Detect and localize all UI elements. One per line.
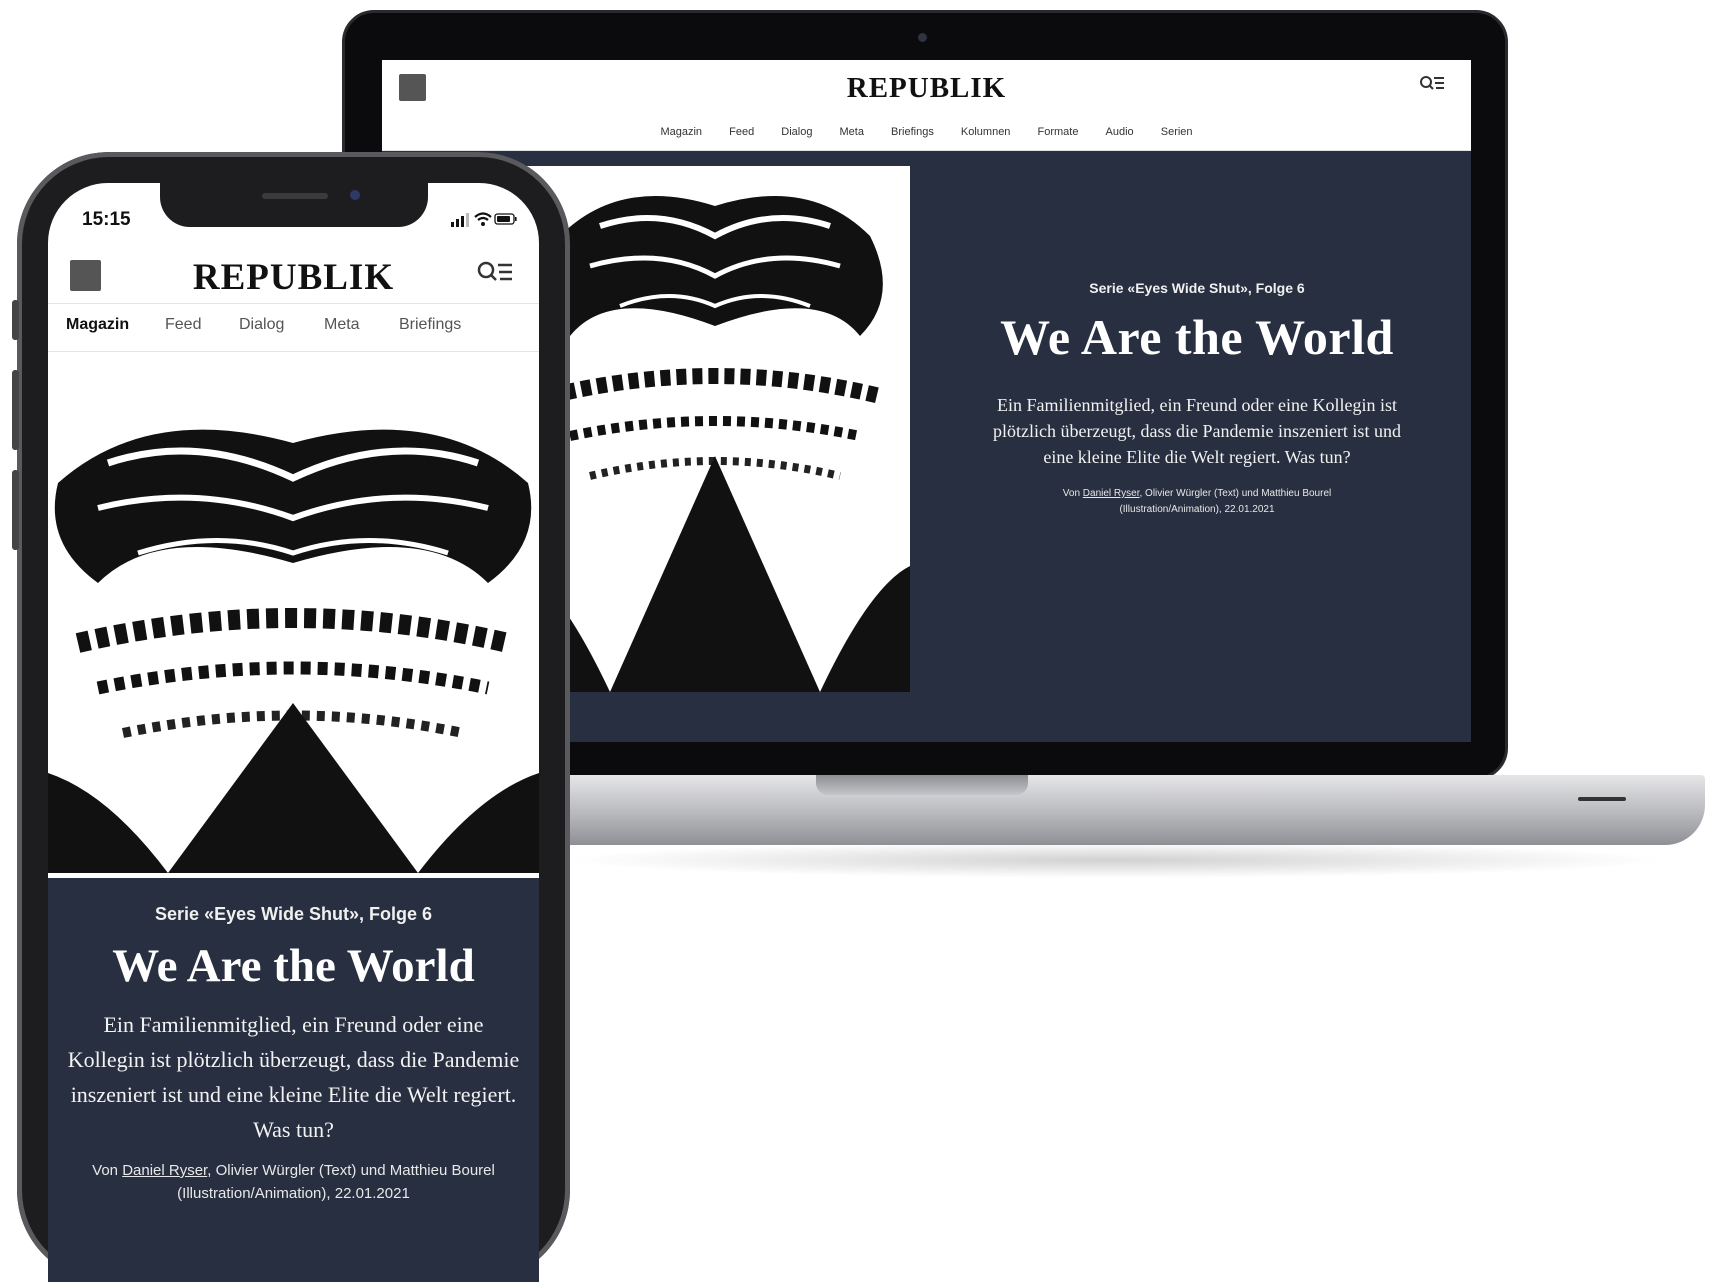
article-lead: Ein Familienmitglied, ein Freund oder ei…: [993, 395, 1401, 467]
nav-item-magazin[interactable]: Magazin: [660, 126, 702, 138]
phone-article-teaser[interactable]: Serie «Eyes Wide Shut», Folge 6 We Are t…: [48, 878, 539, 1282]
article-lead: Ein Familienmitglied, ein Freund oder ei…: [67, 1012, 520, 1142]
hero-illustration[interactable]: [48, 393, 539, 873]
phone-notch: [160, 183, 428, 227]
byline-prefix: Von: [1062, 488, 1083, 499]
author-link[interactable]: Daniel Ryser: [1083, 488, 1140, 499]
nav-item-feed[interactable]: Feed: [165, 316, 201, 334]
nav-item-serien[interactable]: Serien: [1161, 126, 1193, 138]
search-menu-icon[interactable]: [1419, 74, 1445, 96]
nav-item-audio[interactable]: Audio: [1106, 126, 1134, 138]
site-logo[interactable]: REPUBLIK: [48, 256, 539, 299]
status-time: 15:15: [82, 209, 131, 230]
nav-item-briefings[interactable]: Briefings: [891, 126, 934, 138]
series-label[interactable]: Serie «Eyes Wide Shut», Folge 6: [48, 904, 539, 925]
laptop-nav: Magazin Feed Dialog Meta Briefings Kolum…: [382, 126, 1471, 138]
laptop-site-header: REPUBLIK Magazin Feed Dialog Meta Briefi…: [382, 60, 1471, 151]
site-logo[interactable]: REPUBLIK: [382, 72, 1471, 105]
series-label[interactable]: Serie «Eyes Wide Shut», Folge 6: [942, 280, 1452, 296]
nav-item-dialog[interactable]: Dialog: [239, 316, 284, 334]
search-menu-icon[interactable]: [477, 260, 513, 288]
nav-item-meta[interactable]: Meta: [324, 316, 360, 334]
nav-item-dialog[interactable]: Dialog: [781, 126, 812, 138]
battery-icon: [494, 213, 517, 225]
phone-front-camera: [350, 190, 360, 200]
nav-item-briefings[interactable]: Briefings: [399, 316, 461, 334]
phone-speaker: [262, 193, 328, 199]
author-link[interactable]: Daniel Ryser: [122, 1162, 207, 1179]
byline-rest: , Olivier Würgler (Text) und Matthieu Bo…: [177, 1162, 495, 1202]
phone-volume-up: [12, 370, 19, 450]
phone-mute-switch: [12, 300, 19, 340]
nav-item-feed[interactable]: Feed: [729, 126, 754, 138]
nav-item-formate[interactable]: Formate: [1038, 126, 1079, 138]
phone-nav: Magazin Feed Dialog Meta Briefings: [48, 303, 539, 352]
cellular-signal-icon: [451, 213, 469, 227]
nav-item-meta[interactable]: Meta: [840, 126, 864, 138]
laptop-camera: [918, 33, 927, 42]
byline-prefix: Von: [92, 1162, 123, 1179]
article-title[interactable]: We Are the World: [942, 308, 1452, 366]
byline-rest: , Olivier Würgler (Text) und Matthieu Bo…: [1119, 488, 1332, 515]
laptop-shadow: [560, 842, 1670, 878]
hero-illustration[interactable]: [520, 166, 910, 692]
laptop-article-teaser[interactable]: Serie «Eyes Wide Shut», Folge 6 We Are t…: [942, 280, 1452, 518]
phone-site-header: REPUBLIK: [48, 238, 539, 304]
nav-item-magazin[interactable]: Magazin: [66, 316, 129, 334]
laptop-indicator: [1578, 797, 1626, 801]
article-byline: Von Daniel Ryser, Olivier Würgler (Text)…: [1017, 486, 1377, 518]
article-title[interactable]: We Are the World: [48, 939, 539, 993]
nav-item-kolumnen[interactable]: Kolumnen: [961, 126, 1011, 138]
wifi-icon: [474, 212, 492, 226]
article-byline: Von Daniel Ryser, Olivier Würgler (Text)…: [74, 1159, 514, 1205]
laptop-lid-notch: [816, 775, 1028, 795]
status-icons: [451, 212, 517, 227]
phone-screen: 15:15 REPUBLIK Magazin Feed Dialog Meta …: [48, 183, 539, 1282]
phone-volume-down: [12, 470, 19, 550]
